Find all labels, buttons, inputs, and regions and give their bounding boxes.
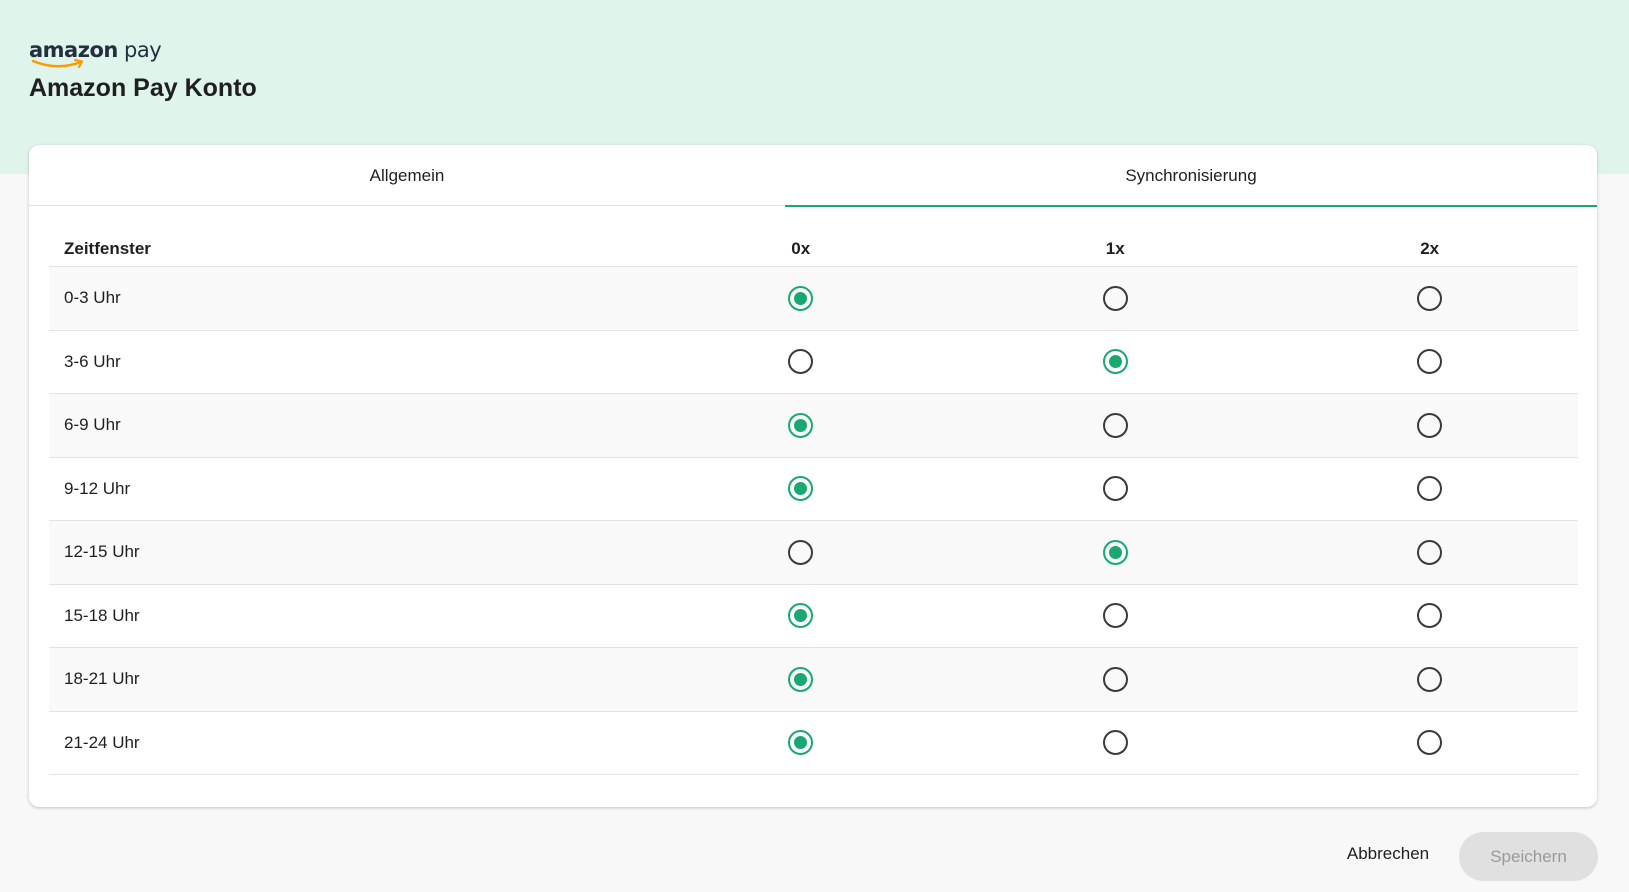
radio-cell (652, 730, 949, 756)
amazon-pay-logo: amazon pay (29, 38, 162, 70)
radio-0x[interactable] (788, 412, 814, 438)
column-header-1x: 1x (1105, 238, 1125, 258)
time-window-label: 6-9 Uhr (64, 415, 121, 435)
column-header-zeitfenster: Zeitfenster (64, 238, 151, 258)
radio-2x[interactable] (1417, 476, 1443, 502)
radio-cell (1281, 666, 1578, 692)
radio-1x[interactable] (1102, 730, 1128, 756)
sync-schedule-table: Zeitfenster 0x 1x 2x 0-3 Uhr 3-6 Uhr 6-9 U… (49, 231, 1578, 775)
radio-1x[interactable] (1102, 285, 1128, 311)
radio-0x[interactable] (788, 539, 814, 565)
tab-bar: Allgemein Synchronisierung (29, 145, 1597, 207)
column-header-0x: 0x (791, 238, 811, 258)
radio-0x[interactable] (788, 285, 814, 311)
radio-cell (652, 603, 949, 629)
radio-0x[interactable] (788, 349, 814, 375)
radio-cell (949, 476, 1281, 502)
radio-0x[interactable] (788, 476, 814, 502)
table-row: 18-21 Uhr (49, 648, 1578, 712)
radio-1x[interactable] (1102, 476, 1128, 502)
radio-cell (949, 539, 1281, 565)
table-row: 6-9 Uhr (49, 394, 1578, 458)
table-row: 21-24 Uhr (49, 712, 1578, 775)
radio-1x[interactable] (1102, 349, 1128, 375)
time-window-label: 0-3 Uhr (64, 288, 121, 308)
radio-cell (949, 285, 1281, 311)
time-window-label: 9-12 Uhr (64, 478, 131, 498)
amazon-smile-icon (31, 58, 84, 69)
radio-cell (949, 666, 1281, 692)
table-row: 12-15 Uhr (49, 521, 1578, 585)
page-title: Amazon Pay Konto (29, 74, 257, 102)
radio-cell (652, 476, 949, 502)
table-body: 0-3 Uhr 3-6 Uhr 6-9 Uhr 9-12 Uhr 12-15 Uhr 15… (49, 267, 1578, 775)
table-row: 0-3 Uhr (49, 267, 1578, 331)
radio-1x[interactable] (1102, 412, 1128, 438)
radio-cell (949, 349, 1281, 375)
time-window-label: 18-21 Uhr (64, 669, 140, 689)
radio-cell (652, 666, 949, 692)
radio-cell (949, 603, 1281, 629)
table-row: 15-18 Uhr (49, 585, 1578, 648)
logo-word-pay: pay (124, 38, 162, 62)
table-row: 9-12 Uhr (49, 458, 1578, 521)
table-header: Zeitfenster 0x 1x 2x (49, 231, 1578, 267)
radio-cell (652, 349, 949, 375)
save-button[interactable]: Speichern (1459, 832, 1598, 881)
radio-cell (1281, 730, 1578, 756)
radio-2x[interactable] (1417, 730, 1443, 756)
cancel-button[interactable]: Abbrechen (1333, 832, 1443, 876)
settings-card: Allgemein Synchronisierung Zeitfenster 0… (29, 145, 1597, 807)
radio-1x[interactable] (1102, 603, 1128, 629)
radio-cell (949, 412, 1281, 438)
radio-0x[interactable] (788, 666, 814, 692)
radio-2x[interactable] (1417, 539, 1443, 565)
radio-1x[interactable] (1102, 539, 1128, 565)
radio-2x[interactable] (1417, 666, 1443, 692)
radio-0x[interactable] (788, 730, 814, 756)
radio-cell (1281, 285, 1578, 311)
radio-1x[interactable] (1102, 666, 1128, 692)
radio-2x[interactable] (1417, 412, 1443, 438)
radio-cell (1281, 412, 1578, 438)
radio-0x[interactable] (788, 603, 814, 629)
tab-synchronisierung[interactable]: Synchronisierung (785, 145, 1597, 207)
radio-2x[interactable] (1417, 349, 1443, 375)
radio-cell (652, 412, 949, 438)
radio-2x[interactable] (1417, 285, 1443, 311)
time-window-label: 15-18 Uhr (64, 605, 140, 625)
tab-allgemein[interactable]: Allgemein (29, 145, 785, 206)
table-row: 3-6 Uhr (49, 331, 1578, 394)
radio-2x[interactable] (1417, 603, 1443, 629)
radio-cell (652, 539, 949, 565)
radio-cell (1281, 349, 1578, 375)
radio-cell (949, 730, 1281, 756)
time-window-label: 12-15 Uhr (64, 542, 140, 562)
time-window-label: 3-6 Uhr (64, 351, 121, 371)
radio-cell (1281, 476, 1578, 502)
radio-cell (1281, 603, 1578, 629)
time-window-label: 21-24 Uhr (64, 732, 140, 752)
radio-cell (1281, 539, 1578, 565)
radio-cell (652, 285, 949, 311)
column-header-2x: 2x (1420, 238, 1440, 258)
